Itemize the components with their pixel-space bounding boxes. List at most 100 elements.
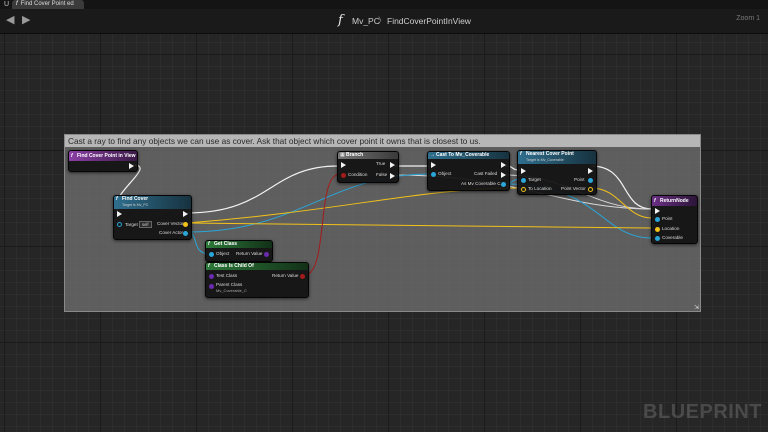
test-class-pin[interactable]	[209, 274, 214, 279]
node-subtitle: Target is Mv_PC	[122, 203, 149, 207]
cover-vector-label: Cover Vector	[157, 221, 184, 226]
exec-in-pin[interactable]	[655, 208, 660, 214]
arrow-left-icon: ◀	[6, 14, 15, 26]
condition-pin[interactable]	[341, 173, 346, 178]
node-header: f Class Is Child Of	[206, 263, 308, 270]
node-title: ReturnNode	[660, 198, 689, 204]
coverable-pin[interactable]	[655, 236, 660, 241]
object-pin[interactable]	[431, 172, 436, 177]
location-pin[interactable]	[655, 227, 660, 232]
tab-find-cover-point[interactable]: f Find Cover Point ed	[12, 0, 84, 9]
return-value-label: Return Value	[272, 273, 299, 278]
node-header: f Nearest Cover Point Target is Mv_Coverab…	[518, 151, 596, 164]
exec-out-pin[interactable]	[501, 162, 506, 168]
parent-class-value[interactable]: Mv_Coverable_C	[216, 288, 247, 294]
breadcrumb-separator: 〉	[378, 16, 386, 25]
unreal-logo-icon: U	[3, 1, 10, 8]
parent-class-pin[interactable]	[209, 284, 214, 289]
node-header: → Cast To Mv_Coverable	[428, 152, 509, 159]
to-location-label: To Location	[528, 186, 552, 191]
cover-vector-pin[interactable]	[183, 222, 188, 227]
exec-in-pin[interactable]	[117, 211, 122, 217]
exec-in-pin[interactable]	[431, 162, 436, 168]
true-label: True	[376, 161, 386, 166]
exec-true-pin[interactable]	[390, 162, 395, 168]
function-icon: f	[208, 241, 210, 247]
tab-label: Find Cover Point ed	[20, 1, 74, 7]
return-value-label: Return Value	[236, 251, 263, 256]
target-pin[interactable]	[521, 178, 526, 183]
point-label: Point	[574, 177, 585, 182]
resize-handle-icon[interactable]: ⇲	[694, 304, 699, 311]
function-graph-icon: f	[338, 13, 343, 28]
point-vector-label: Point Vector	[561, 186, 586, 191]
cast-failed-label: Cast Failed	[474, 171, 498, 176]
back-button[interactable]: ◀	[6, 15, 14, 26]
function-icon: f	[520, 151, 522, 157]
point-vector-pin[interactable]	[588, 187, 593, 192]
function-icon: f	[116, 196, 118, 202]
function-icon: f	[208, 263, 210, 269]
node-title: Branch	[346, 152, 364, 158]
node-entry[interactable]: f Find Cover Point in View	[68, 150, 138, 172]
as-coverable-label: As Mv Coverable C	[461, 181, 501, 186]
false-label: False	[376, 172, 388, 177]
object-label: Object	[438, 171, 452, 176]
cast-icon: →	[430, 152, 435, 158]
node-header: f ReturnNode	[652, 196, 697, 206]
exec-false-pin[interactable]	[390, 173, 395, 179]
return-value-pin[interactable]	[264, 252, 269, 257]
object-pin[interactable]	[209, 252, 214, 257]
node-header: f Find Cover Target is Mv_PC	[114, 196, 191, 209]
breadcrumb-class[interactable]: Mv_PC	[352, 16, 380, 26]
zoom-indicator: Zoom 1	[736, 15, 760, 22]
self-value[interactable]: self	[139, 221, 152, 228]
exec-in-pin[interactable]	[521, 168, 526, 174]
return-value-pin[interactable]	[300, 274, 305, 279]
test-class-label: Test Class	[216, 273, 238, 278]
node-get-class[interactable]: f Get Class Object Return Value	[205, 240, 273, 262]
node-title: Class Is Child Of	[214, 263, 254, 269]
node-cast-to-coverable[interactable]: → Cast To Mv_Coverable Object Cast Failed…	[427, 151, 510, 191]
node-header: f Find Cover Point in View	[69, 151, 137, 161]
exec-cast-failed-pin[interactable]	[501, 172, 506, 178]
node-find-cover[interactable]: f Find Cover Target is Mv_PC Target self C…	[113, 195, 192, 240]
branch-icon: ▦	[340, 152, 345, 158]
as-coverable-pin[interactable]	[501, 182, 506, 187]
exec-out-pin[interactable]	[183, 211, 188, 217]
node-title: Find Cover Point in View	[77, 153, 136, 159]
node-header: f Get Class	[206, 241, 272, 248]
node-nearest-cover-point[interactable]: f Nearest Cover Point Target is Mv_Coverab…	[517, 150, 597, 195]
blueprint-watermark: BLUEPRINT	[643, 401, 762, 423]
function-icon: f	[654, 198, 656, 204]
target-pin[interactable]	[117, 222, 122, 227]
target-label: Target	[528, 177, 541, 182]
target-label: Target	[125, 222, 138, 227]
point-pin[interactable]	[655, 217, 660, 222]
node-title: Cast To Mv_Coverable	[436, 152, 490, 158]
node-title: Get Class	[214, 241, 238, 247]
exec-out-pin[interactable]	[588, 168, 593, 174]
node-subtitle: Target is Mv_Coverable	[526, 158, 564, 162]
to-location-pin[interactable]	[521, 187, 526, 192]
comment-text[interactable]: Cast a ray to find any objects we can us…	[65, 135, 700, 147]
node-header: ▦ Branch	[338, 152, 398, 159]
condition-label: Condition	[348, 172, 368, 177]
cover-actor-label: Cover Actor	[159, 230, 183, 235]
coverable-label: Coverable	[662, 235, 683, 240]
point-label: Point	[662, 216, 673, 221]
node-class-is-child-of[interactable]: f Class Is Child Of Test Class Return Val…	[205, 262, 309, 298]
point-pin[interactable]	[588, 178, 593, 183]
breadcrumb-function[interactable]: FindCoverPointInView	[387, 16, 471, 26]
cover-actor-pin[interactable]	[183, 231, 188, 236]
exec-in-pin[interactable]	[341, 162, 346, 168]
exec-out-pin[interactable]	[129, 163, 134, 169]
object-label: Object	[216, 251, 230, 256]
location-label: Location	[662, 226, 680, 231]
node-return[interactable]: f ReturnNode Point Location Coverable	[651, 195, 698, 244]
arrow-right-icon: ▶	[22, 14, 31, 26]
function-icon: f	[71, 153, 73, 159]
node-branch[interactable]: ▦ Branch True Condition False	[337, 151, 399, 183]
function-icon: f	[16, 1, 18, 7]
forward-button[interactable]: ▶	[22, 15, 30, 26]
